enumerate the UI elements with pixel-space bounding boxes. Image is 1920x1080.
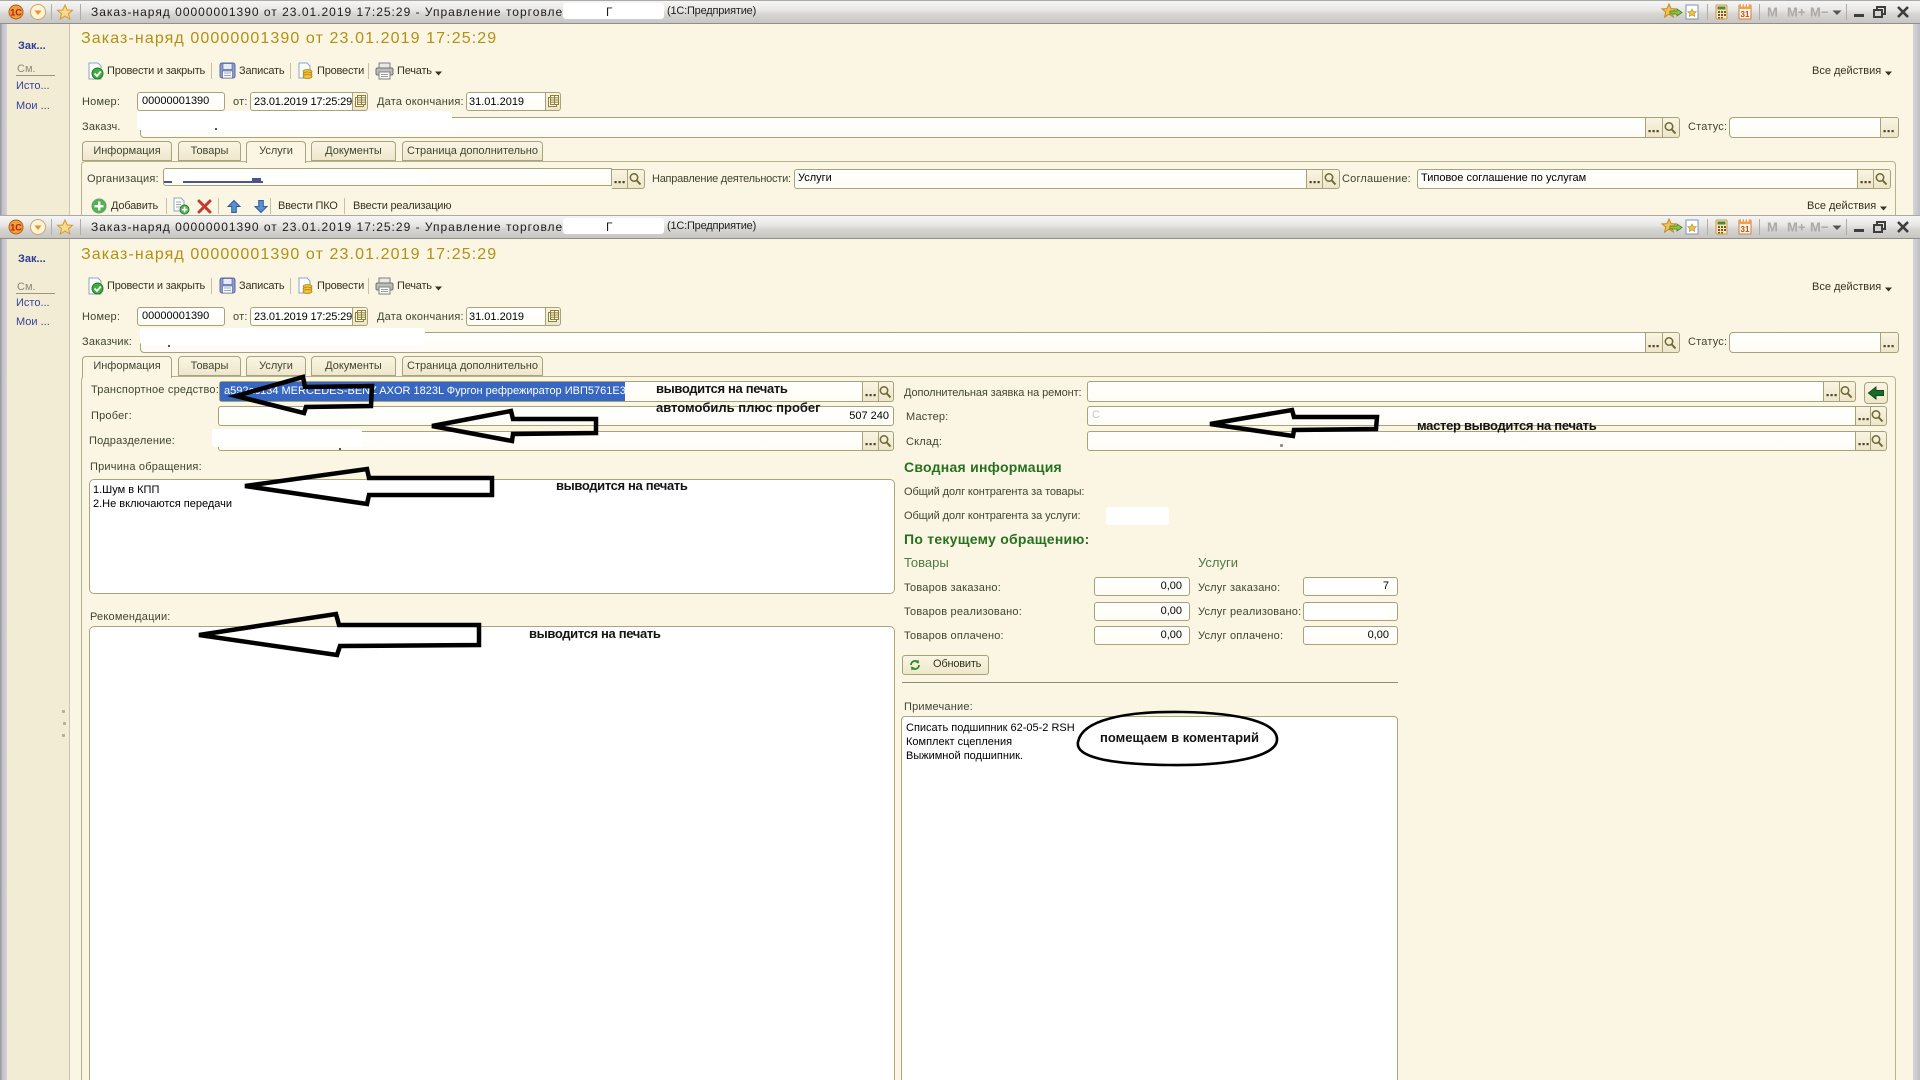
svg-text:1С: 1С bbox=[10, 8, 22, 18]
svg-text:31: 31 bbox=[1741, 10, 1750, 19]
svg-text:1С: 1С bbox=[10, 223, 22, 233]
svg-text:M+: M+ bbox=[1787, 220, 1806, 235]
svg-text:31: 31 bbox=[1741, 225, 1750, 234]
svg-text:M+: M+ bbox=[1787, 5, 1806, 20]
svg-text:M−: M− bbox=[1810, 220, 1829, 235]
svg-text:M: M bbox=[1767, 5, 1778, 20]
svg-text:M: M bbox=[1767, 220, 1778, 235]
svg-text:M−: M− bbox=[1810, 5, 1829, 20]
